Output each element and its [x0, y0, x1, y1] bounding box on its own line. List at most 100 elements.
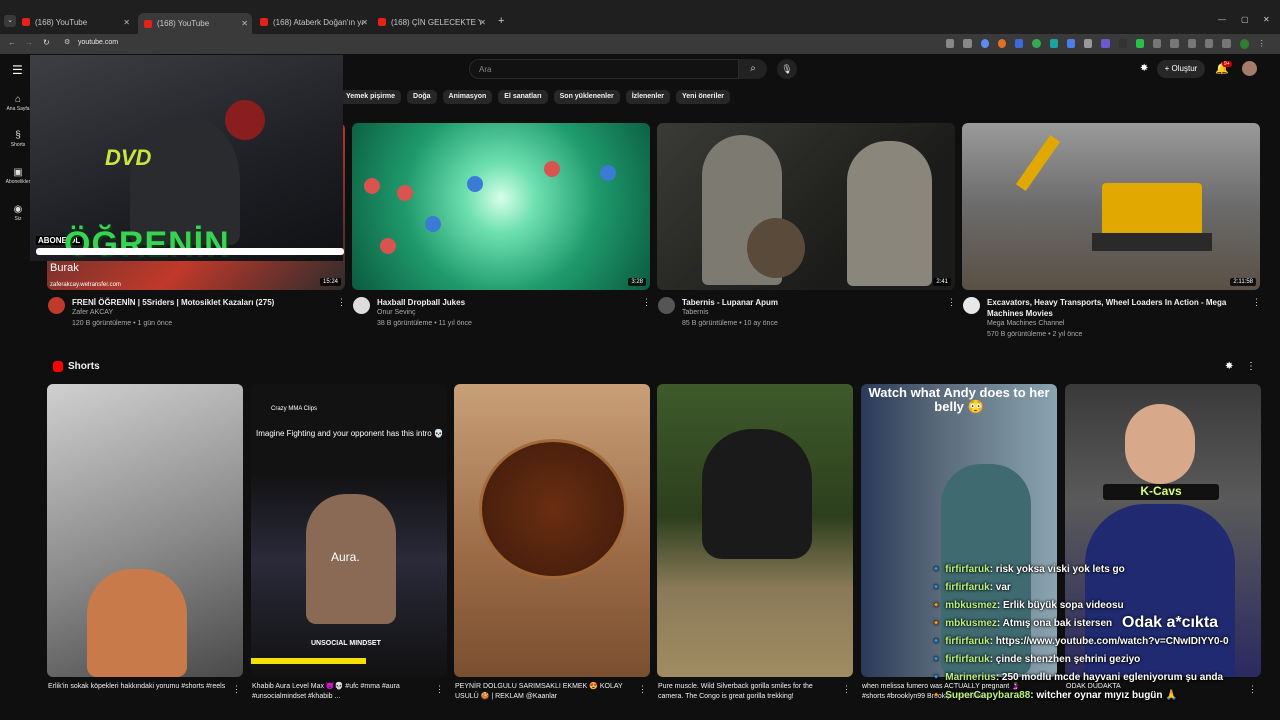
more-options-icon[interactable]: ⋮ — [435, 684, 444, 695]
new-tab-icon[interactable]: + — [498, 15, 504, 27]
short-title[interactable]: Khabib Aura Level Max 😈💀 #ufc #mma #aura… — [252, 682, 432, 702]
channel-avatar[interactable] — [963, 297, 980, 314]
microphone-icon: 🎙 — [781, 64, 793, 74]
chip[interactable]: Son yüklenenler — [553, 90, 620, 104]
extension-icon[interactable] — [997, 39, 1007, 48]
video-title[interactable]: Haxball Dropball Jukes — [377, 297, 637, 308]
chip[interactable]: Animasyon — [442, 90, 493, 104]
more-options-icon[interactable]: ⋮ — [232, 684, 241, 695]
close-icon[interactable]: ✕ — [479, 18, 486, 27]
channel-name[interactable]: Zafer AKCAY — [72, 309, 113, 316]
create-button[interactable]: + Oluştur — [1157, 60, 1205, 78]
channel-avatar[interactable] — [48, 297, 65, 314]
chat-message: 🔹 firfirfaruk: risk yoksa viski yok lets… — [930, 564, 1125, 575]
short-thumbnail[interactable] — [454, 384, 650, 677]
short-title[interactable]: Erlik'in sokak köpekleri hakkındaki yoru… — [48, 682, 228, 692]
tab-search-icon[interactable]: ⌄ — [4, 15, 16, 27]
menu-dots-icon[interactable]: ⋮ — [1258, 39, 1266, 48]
extension-icon[interactable] — [1101, 39, 1110, 48]
more-options-icon[interactable]: ⋮ — [337, 297, 346, 308]
more-options-icon[interactable]: ⋮ — [947, 297, 956, 308]
extension-icon[interactable] — [1118, 39, 1127, 48]
search-button[interactable]: ⌕ — [739, 59, 767, 79]
extension-icon[interactable] — [1187, 39, 1196, 48]
browser-tab[interactable]: (168) ÇİN GELECEKTE YAŞIYOR✕ — [378, 14, 490, 30]
close-icon[interactable]: ✕ — [123, 18, 130, 27]
shorts-settings-icon[interactable]: ✸ — [1225, 361, 1233, 372]
gorilla-figure — [702, 429, 812, 559]
short-thumbnail[interactable] — [657, 384, 853, 677]
cast-icon[interactable]: ✸ — [1140, 63, 1148, 74]
window-close-icon[interactable]: ✕ — [1263, 15, 1270, 24]
video-thumbnail[interactable]: 2:41 — [657, 123, 955, 290]
short-thumbnail[interactable] — [47, 384, 243, 677]
browser-tab[interactable]: (168) YouTube ✕ — [22, 14, 134, 30]
more-options-icon[interactable]: ⋮ — [642, 297, 651, 308]
extension-icon[interactable] — [963, 39, 972, 48]
chip[interactable]: Doğa — [407, 90, 437, 104]
browser-tab[interactable]: (168) Ataberk Doğan'ın yayını✕ — [260, 14, 372, 30]
more-options-icon[interactable]: ⋮ — [1252, 297, 1261, 308]
video-thumbnail[interactable]: 2:11:58 — [962, 123, 1260, 290]
extension-icon[interactable] — [946, 39, 955, 48]
chip[interactable]: İzlenenler — [625, 90, 670, 104]
excavator-track — [1092, 233, 1212, 251]
reload-icon[interactable]: ↻ — [43, 38, 50, 47]
hamburger-menu-icon[interactable]: ☰ — [12, 63, 23, 77]
shorts-section-title: Shorts — [68, 361, 100, 372]
haxball-player — [600, 165, 616, 181]
search-input[interactable]: Ara — [469, 59, 739, 79]
close-icon[interactable]: ✕ — [361, 18, 368, 27]
overlay-big-text: ÖĞRENİN — [64, 225, 230, 263]
bread-loaf — [479, 439, 627, 579]
maximize-icon[interactable]: ▢ — [1241, 15, 1249, 24]
chat-badge-icon: 🔹 — [930, 582, 943, 593]
streamer-face — [1125, 404, 1195, 484]
extension-icon[interactable] — [1049, 39, 1058, 48]
more-options-icon[interactable]: ⋮ — [842, 684, 851, 695]
channel-name[interactable]: Onur Sevinç — [377, 309, 416, 316]
close-icon[interactable]: ✕ — [241, 19, 248, 28]
profile-icon[interactable] — [1239, 39, 1249, 49]
video-title[interactable]: FRENİ ÖĞRENİN | 5Sriders | Motosiklet Ka… — [72, 297, 332, 308]
extension-icon[interactable] — [1222, 39, 1231, 48]
short-title[interactable]: Pure muscle. Wild Silverback gorilla smi… — [658, 682, 836, 702]
extension-icon[interactable] — [1032, 39, 1041, 48]
puzzle-icon[interactable] — [1204, 39, 1214, 48]
browser-tab-active[interactable]: (168) YouTube ✕ — [138, 13, 252, 34]
video-title[interactable]: Tabernis - Lupanar Apum — [682, 297, 942, 308]
musician-figure — [847, 141, 932, 286]
channel-name[interactable]: Mega Machines Channel — [987, 320, 1064, 327]
extension-icon[interactable] — [1066, 39, 1076, 48]
chip[interactable]: Yemek pişirme — [340, 90, 402, 104]
extension-icon[interactable] — [1015, 39, 1024, 48]
minimize-icon[interactable]: — — [1218, 15, 1226, 24]
extension-icon[interactable] — [1135, 39, 1145, 48]
extension-icon[interactable] — [1153, 39, 1162, 48]
forward-icon[interactable]: → — [25, 38, 33, 47]
plus-icon: + — [1164, 64, 1172, 73]
channel-avatar[interactable] — [353, 297, 370, 314]
more-options-icon[interactable]: ⋮ — [638, 684, 647, 695]
url-field[interactable]: youtube.com — [78, 39, 118, 46]
channel-name[interactable]: Tabernis — [682, 309, 708, 316]
haxball-player — [544, 161, 560, 177]
duration-badge: 2:41 — [933, 278, 951, 286]
progress-bar — [36, 248, 344, 255]
bookmark-star-icon[interactable] — [980, 39, 989, 48]
short-title[interactable]: PEYNİR DOLGULU SARIMSAKLI EKMEK 😍 KOLAY … — [455, 682, 635, 702]
short-thumbnail[interactable]: Crazy MMA Clips Imagine Fighting and you… — [251, 384, 447, 677]
channel-avatar[interactable] — [658, 297, 675, 314]
more-options-icon[interactable]: ⋮ — [1246, 361, 1256, 372]
extension-icon[interactable] — [1084, 39, 1093, 48]
chip[interactable]: Yeni öneriler — [676, 90, 731, 104]
voice-search-button[interactable]: 🎙 — [777, 59, 797, 79]
chip[interactable]: El sanatları — [498, 90, 548, 104]
account-avatar[interactable] — [1242, 61, 1257, 76]
site-info-icon[interactable]: ⚙ — [64, 38, 70, 46]
extension-icon[interactable] — [1170, 39, 1179, 48]
back-icon[interactable]: ← — [8, 38, 16, 47]
stream-chat-overlay: 🔹 firfirfaruk: risk yoksa viski yok lets… — [930, 561, 1260, 705]
video-title[interactable]: Excavators, Heavy Transports, Wheel Load… — [987, 297, 1249, 319]
video-thumbnail[interactable]: 3:28 — [352, 123, 650, 290]
